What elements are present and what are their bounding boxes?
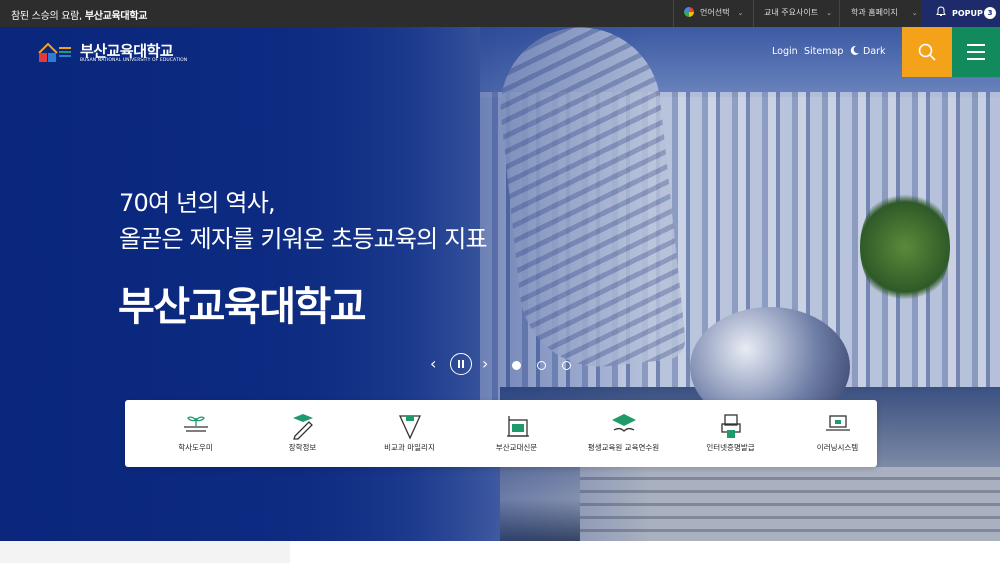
motto-university: 부산교육대학교 [84,11,148,22]
quick-link-label: 평생교육원 교육연수원 [587,443,660,452]
sprout-book-icon [184,416,208,432]
quick-link-mileage[interactable]: 비교과 마일리지 [356,400,463,467]
quick-link-label: 학사도우미 [178,443,213,452]
chevron-down-icon: ⌄ [911,9,918,17]
chevron-down-icon: ⌄ [737,9,744,17]
quick-links-panel: 학사도우미 장학정보 비교과 마일리지 부산교대신문 평생교육원 교육연수원 인… [125,400,877,467]
quick-link-label: 비교과 마일리지 [384,443,435,452]
slider-dot-3[interactable] [562,361,571,370]
quick-link-academic-helper[interactable]: 학사도우미 [142,400,249,467]
motto-prefix: 참된 스승의 요람, [11,11,82,22]
bell-icon [936,6,946,16]
campus-sites-label: 교내 주요사이트 [764,8,819,17]
quick-link-scholarship[interactable]: 장학정보 [249,400,356,467]
sitemap-link[interactable]: Sitemap [804,46,843,57]
divider [673,0,674,27]
university-logo[interactable]: 부산교육대학교 BUSAN NATIONAL UNIVERSITY OF EDU… [38,40,188,66]
quick-link-label: 부산교대신문 [495,443,538,452]
logo-emblem-icon [38,42,71,62]
dark-mode-toggle[interactable]: Dark [863,46,886,57]
quick-link-certificate[interactable]: 인터넷증명발급 [677,400,784,467]
content-tab-strip [0,541,290,563]
menu-button[interactable] [952,27,1000,77]
hero-subtitle-line2: 올곧은 제자를 키워온 초등교육의 지표 [119,225,488,253]
hero-subtitle-line1: 70여 년의 역사, [119,189,276,217]
search-button[interactable] [902,27,952,77]
login-link[interactable]: Login [772,46,798,57]
dept-homepages-label: 학과 홈페이지 [851,8,898,17]
certificate-printer-icon [721,414,741,438]
moon-icon [850,45,859,55]
logo-name-english: BUSAN NATIONAL UNIVERSITY OF EDUCATION [80,58,188,63]
grad-cap-book-icon [612,414,636,432]
slider-prev-button[interactable]: ‹ [430,354,436,373]
pencil-tip-icon [398,415,422,440]
graduation-pencil-icon [293,414,313,440]
popup-label: POPUP [952,9,983,18]
utility-bar: 참된 스승의 요람, 부산교육대학교 언어선택 ⌄ 교내 주요사이트 ⌄ 학과 홈페… [0,0,1000,27]
quick-link-elearning[interactable]: 이러닝시스템 [784,400,891,467]
search-icon [918,43,936,61]
language-select-label: 언어선택 [700,8,730,17]
quick-link-label: 인터넷증명발급 [706,443,755,452]
popup-count-badge: 3 [984,7,996,19]
quick-link-lifelong-education[interactable]: 평생교육원 교육연수원 [570,400,677,467]
slider-dot-1[interactable] [512,361,521,370]
quick-link-label: 장학정보 [288,443,317,452]
dept-homepages-dropdown[interactable]: 학과 홈페이지 ⌄ [851,7,918,18]
divider [753,0,754,27]
hamburger-icon-line [967,58,985,60]
hero-title: 부산교육대학교 [118,284,367,330]
newspaper-icon [507,416,529,437]
slider-dot-2[interactable] [537,361,546,370]
divider [839,0,840,27]
laptop-icon [826,415,850,431]
hamburger-icon [967,44,985,46]
quick-link-label: 이러닝시스템 [816,443,859,452]
content-area [0,541,1000,563]
google-icon [684,7,694,17]
language-select[interactable]: 언어선택 ⌄ [684,7,743,18]
motto: 참된 스승의 요람, 부산교육대학교 [11,7,147,22]
chevron-down-icon: ⌄ [826,9,832,17]
hamburger-icon-line [967,51,985,53]
slider-next-button[interactable]: › [482,354,488,373]
popup-button[interactable]: POPUP 3 [922,0,1000,27]
quick-link-newspaper[interactable]: 부산교대신문 [463,400,570,467]
slider-pause-button[interactable] [450,353,472,375]
campus-sites-dropdown[interactable]: 교내 주요사이트 ⌄ [764,7,832,18]
